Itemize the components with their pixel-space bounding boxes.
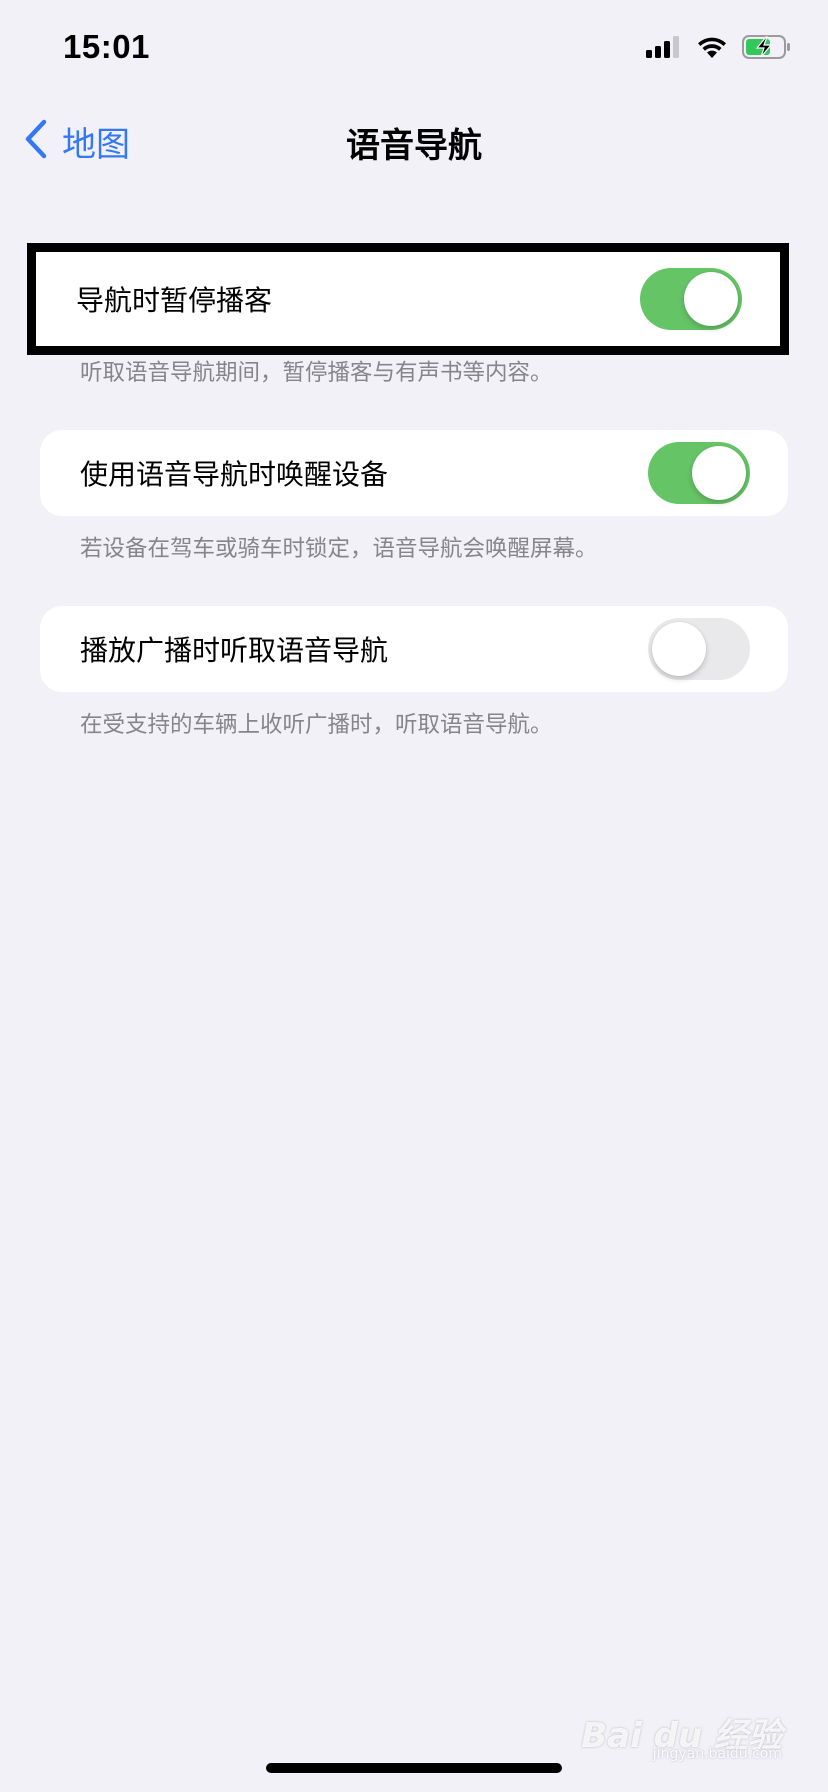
setting-row-pause-podcasts: 导航时暂停播客 <box>27 243 789 355</box>
status-bar: 15:01 <box>0 0 828 100</box>
baidu-watermark-logo: Bai du 经验 jingyan.baidu.com <box>581 1708 782 1762</box>
setting-footer: 在受支持的车辆上收听广播时，听取语音导航。 <box>80 712 553 738</box>
navigation-bar: 地图 语音导航 <box>0 100 828 180</box>
setting-footer: 听取语音导航期间，暂停播客与有声书等内容。 <box>80 360 553 386</box>
wifi-icon <box>696 35 728 63</box>
wake-device-toggle[interactable] <box>648 442 750 504</box>
setting-label: 播放广播时听取语音导航 <box>80 634 389 667</box>
battery-charging-icon <box>742 34 792 64</box>
radio-navigation-toggle[interactable] <box>648 618 750 680</box>
toggle-knob <box>652 622 706 676</box>
status-icons <box>646 34 792 64</box>
setting-label: 使用语音导航时唤醒设备 <box>80 458 389 491</box>
setting-row-radio-navigation: 播放广播时听取语音导航 <box>40 606 788 692</box>
toggle-knob <box>692 446 746 500</box>
setting-footer: 若设备在驾车或骑车时锁定，语音导航会唤醒屏幕。 <box>80 536 598 562</box>
setting-label: 导航时暂停播客 <box>76 284 273 317</box>
home-indicator[interactable] <box>266 1763 562 1773</box>
setting-row-wake-device: 使用语音导航时唤醒设备 <box>40 430 788 516</box>
pause-podcasts-toggle[interactable] <box>640 268 742 330</box>
watermark-subtext: jingyan.baidu.com <box>652 1746 782 1762</box>
toggle-knob <box>684 272 738 326</box>
page-title: 语音导航 <box>346 126 482 166</box>
status-time: 15:01 <box>63 28 150 65</box>
cellular-signal-icon <box>646 35 682 63</box>
